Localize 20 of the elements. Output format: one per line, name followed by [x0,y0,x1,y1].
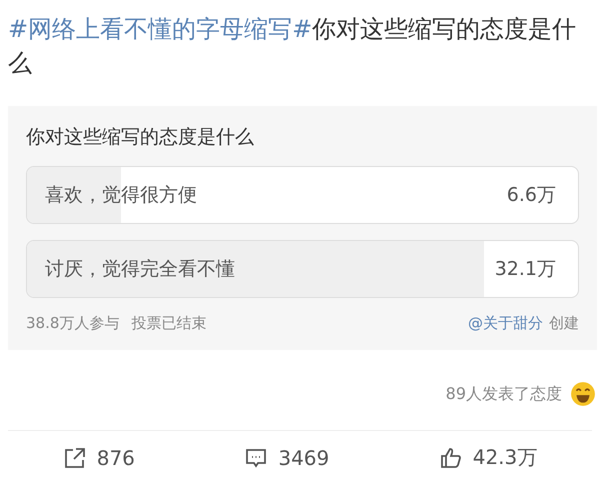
action-button[interactable]: 876 [56,443,141,472]
option-label: 喜欢，觉得很方便 [45,183,198,208]
creator-link[interactable]: @关于甜分 [468,314,543,333]
poll-option[interactable]: 讨厌，觉得完全看不懂 32.1万 [26,240,579,298]
share-icon [62,446,87,470]
vote-count: 6.6万 [506,183,556,208]
topic-link[interactable]: #网络上看不懂的字母缩写# [8,15,312,43]
post-text: #网络上看不懂的字母缩写#你对这些缩写的态度是什么 [7,14,578,79]
vote-count: 32.1万 [494,257,556,282]
action-button[interactable]: 3469 [238,443,336,472]
created-label: 创建 [549,314,579,333]
laughing-face-icon[interactable] [570,381,596,407]
option-label: 讨厌，觉得完全看不懂 [45,257,236,282]
reaction-count: 89人发表了态度 [446,384,562,404]
thumbs-up-icon [438,446,463,470]
poll-status: 投票已结束 [131,314,206,333]
poll-title: 你对这些缩写的态度是什么 [26,125,255,150]
participant-count: 38.8万人参与 [26,314,120,333]
action-button[interactable]: 42.3万 [432,443,544,472]
poll-option[interactable]: 喜欢，觉得很方便 6.6万 [26,166,579,224]
